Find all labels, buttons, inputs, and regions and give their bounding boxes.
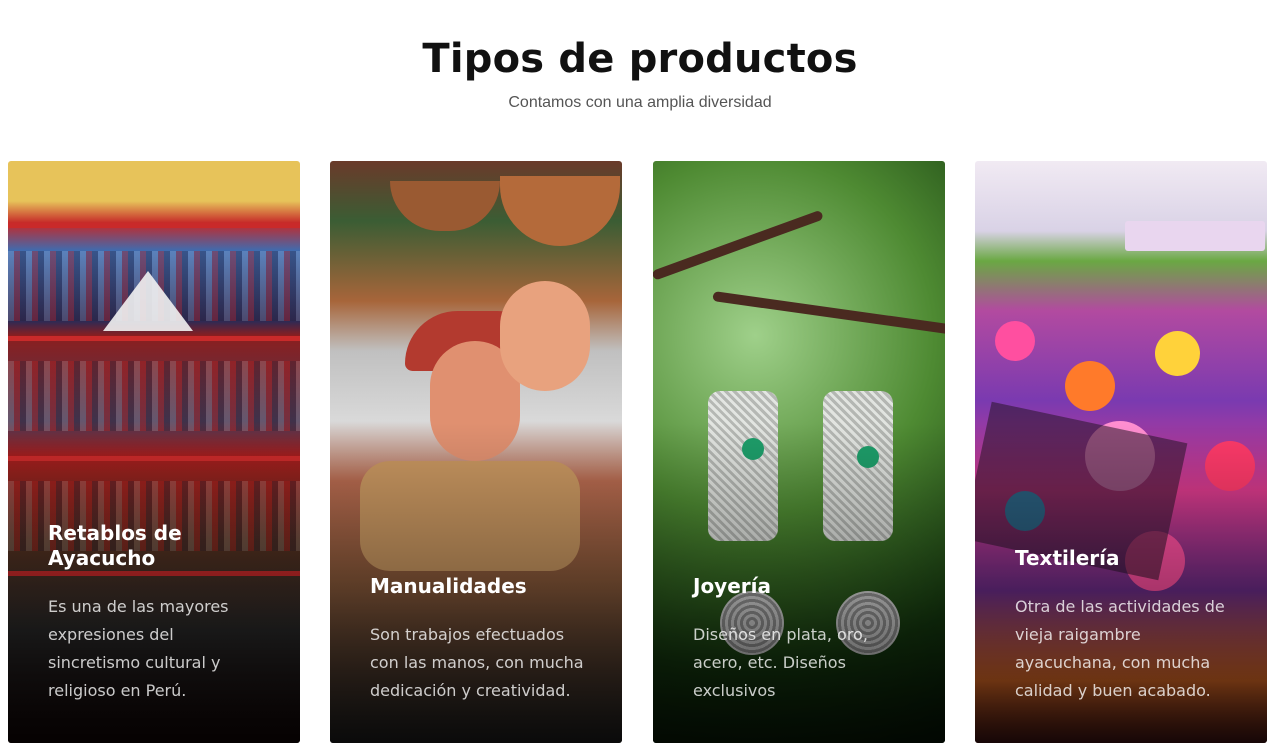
card-title[interactable]: Joyería — [693, 574, 915, 599]
product-card-retablos[interactable]: Retablos de Ayacucho Es una de las mayor… — [8, 161, 300, 743]
product-card-joyeria[interactable]: Joyería Diseños en plata, oro, acero, et… — [653, 161, 945, 743]
card-content: Manualidades Son trabajos efectuados con… — [370, 574, 592, 705]
product-card-manualidades[interactable]: Manualidades Son trabajos efectuados con… — [330, 161, 622, 743]
section-subtitle: Contamos con una amplia diversidad — [508, 94, 772, 111]
section-header: Tipos de productos Contamos con una ampl… — [0, 0, 1280, 112]
card-description: Otra de las actividades de vieja raigamb… — [1015, 597, 1225, 700]
card-title[interactable]: Textilería — [1015, 546, 1237, 571]
card-title[interactable]: Retablos de Ayacucho — [48, 521, 270, 571]
section-title: Tipos de productos — [422, 36, 858, 82]
product-card-textileria[interactable]: Textilería Otra de las actividades de vi… — [975, 161, 1267, 743]
card-title[interactable]: Manualidades — [370, 574, 592, 599]
card-description: Diseños en plata, oro, acero, etc. Diseñ… — [693, 625, 868, 700]
card-description: Son trabajos efectuados con las manos, c… — [370, 625, 584, 700]
card-content: Textilería Otra de las actividades de vi… — [1015, 546, 1237, 705]
product-types-grid: Retablos de Ayacucho Es una de las mayor… — [8, 161, 1268, 743]
card-content: Joyería Diseños en plata, oro, acero, et… — [693, 574, 915, 705]
card-description: Es una de las mayores expresiones del si… — [48, 597, 229, 700]
card-content: Retablos de Ayacucho Es una de las mayor… — [48, 521, 270, 705]
